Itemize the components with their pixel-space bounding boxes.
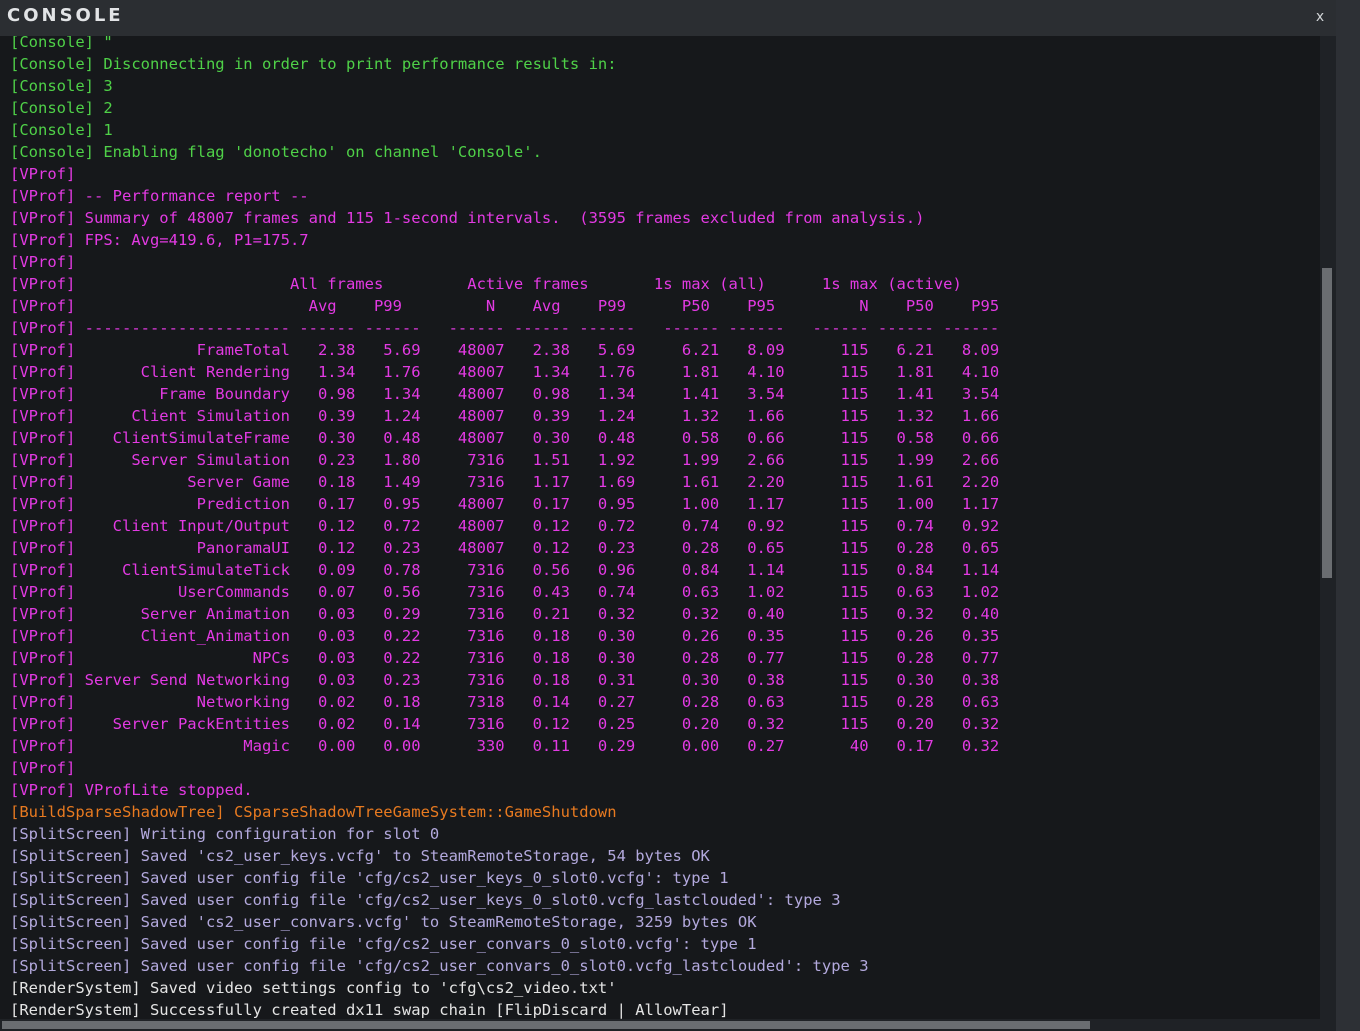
log-line-vprof: [VProf] FPS: Avg=419.6, P1=175.7 [10, 231, 309, 249]
log-line-render: [RenderSystem] Saved video settings conf… [10, 979, 617, 997]
log-line-vprof: [VProf] Server Send Networking 0.03 0.23… [10, 671, 1000, 689]
window-edge [1336, 0, 1360, 1031]
window-title: CONSOLE [7, 5, 124, 26]
log-line-vprof: [VProf] [10, 165, 76, 183]
log-line-vprof: [VProf] Server Animation 0.03 0.29 7316 … [10, 605, 1000, 623]
log-line-vprof: [VProf] Prediction 0.17 0.95 48007 0.17 … [10, 495, 1000, 513]
log-line-vprof: [VProf] -- Performance report -- [10, 187, 309, 205]
log-line-vprof: [VProf] [10, 253, 76, 271]
title-bar: CONSOLE x [0, 0, 1336, 36]
log-line-vprof: [VProf] NPCs 0.03 0.22 7316 0.18 0.30 0.… [10, 649, 1000, 667]
vertical-scrollbar-thumb[interactable] [1322, 268, 1332, 578]
log-line-vprof: [VProf] VProfLite stopped. [10, 781, 253, 799]
log-line-vprof: [VProf] PanoramaUI 0.12 0.23 48007 0.12 … [10, 539, 1000, 557]
log-line-vprof: [VProf] FrameTotal 2.38 5.69 48007 2.38 … [10, 341, 1000, 359]
log-line-vprof: [VProf] Server Game 0.18 1.49 7316 1.17 … [10, 473, 1000, 491]
log-line-vprof: [VProf] Server Simulation 0.23 1.80 7316… [10, 451, 1000, 469]
log-line-console: [Console] 3 [10, 77, 113, 95]
log-line-vprof: [VProf] Client Input/Output 0.12 0.72 48… [10, 517, 1000, 535]
log-line-vprof: [VProf] ClientSimulateTick 0.09 0.78 731… [10, 561, 1000, 579]
log-line-split: [SplitScreen] Saved 'cs2_user_convars.vc… [10, 913, 757, 931]
log-line-console: [Console] 1 [10, 121, 113, 139]
log-line-vprof: [VProf] Server PackEntities 0.02 0.14 73… [10, 715, 1000, 733]
log-line-console: [Console] " [10, 36, 113, 51]
log-line-vprof: [VProf] Networking 0.02 0.18 7318 0.14 0… [10, 693, 1000, 711]
log-line-vprof: [VProf] [10, 759, 76, 777]
log-line-split: [SplitScreen] Writing configuration for … [10, 825, 440, 843]
log-line-vprof: [VProf] All frames Active frames 1s max … [10, 275, 962, 293]
log-line-vprof: [VProf] Magic 0.00 0.00 330 0.11 0.29 0.… [10, 737, 1000, 755]
log-line-split: [SplitScreen] Saved user config file 'cf… [10, 869, 729, 887]
log-line-build: [BuildSparseShadowTree] CSparseShadowTre… [10, 803, 617, 821]
log-line-split: [SplitScreen] Saved user config file 'cf… [10, 935, 757, 953]
log-line-vprof: [VProf] Client Simulation 0.39 1.24 4800… [10, 407, 1000, 425]
log-line-vprof: [VProf] Frame Boundary 0.98 1.34 48007 0… [10, 385, 1000, 403]
log-line-vprof: [VProf] Summary of 48007 frames and 115 … [10, 209, 925, 227]
log-lines: [Console] " [Console] Disconnecting in or… [10, 36, 1310, 1019]
log-line-vprof: [VProf] ClientSimulateFrame 0.30 0.48 48… [10, 429, 1000, 447]
close-button[interactable]: x [1310, 6, 1330, 28]
log-line-console: [Console] 2 [10, 99, 113, 117]
log-line-vprof: [VProf] Client Rendering 1.34 1.76 48007… [10, 363, 1000, 381]
log-line-vprof: [VProf] Avg P99 N Avg P99 P50 P95 N P50 … [10, 297, 1000, 315]
log-line-vprof: [VProf] ---------------------- ------ --… [10, 319, 1000, 337]
horizontal-scrollbar-thumb[interactable] [2, 1021, 1090, 1029]
log-line-vprof: [VProf] UserCommands 0.07 0.56 7316 0.43… [10, 583, 1000, 601]
log-line-split: [SplitScreen] Saved user config file 'cf… [10, 957, 869, 975]
log-line-split: [SplitScreen] Saved 'cs2_user_keys.vcfg'… [10, 847, 710, 865]
log-line-vprof: [VProf] Client_Animation 0.03 0.22 7316 … [10, 627, 1000, 645]
log-line-console: [Console] Disconnecting in order to prin… [10, 55, 617, 73]
log-line-render: [RenderSystem] Successfully created dx11… [10, 1001, 729, 1019]
console-output: [Console] " [Console] Disconnecting in or… [0, 36, 1320, 1019]
log-line-console: [Console] Enabling flag 'donotecho' on c… [10, 143, 542, 161]
log-line-split: [SplitScreen] Saved user config file 'cf… [10, 891, 841, 909]
